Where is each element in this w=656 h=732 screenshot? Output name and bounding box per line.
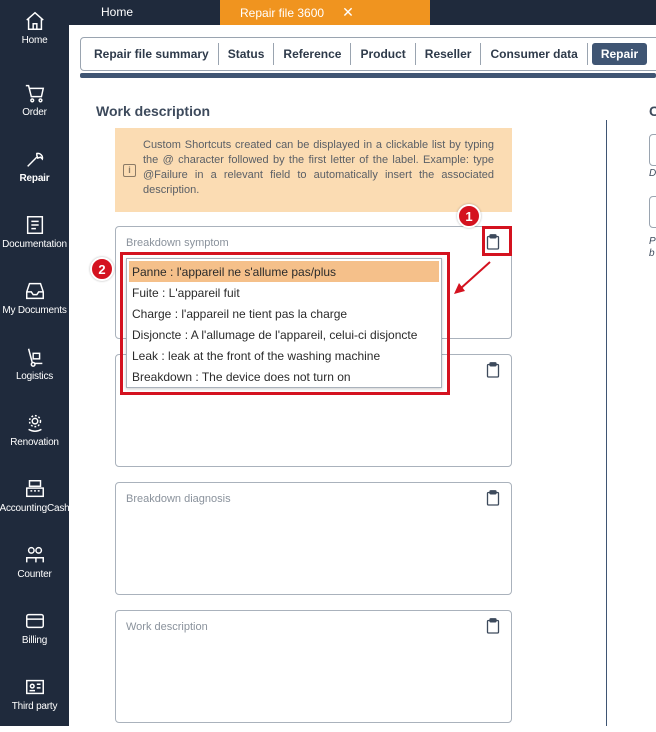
sidebar-label: Third party bbox=[11, 701, 58, 712]
right-field-1-caption: D bbox=[649, 168, 656, 179]
subtab-reseller[interactable]: Reseller bbox=[416, 43, 482, 65]
annotation-box-dropdown bbox=[120, 252, 450, 395]
info-icon: i bbox=[123, 164, 136, 177]
sidebar-label: AccountingCash bbox=[0, 503, 70, 514]
annotation-arrow bbox=[454, 261, 491, 294]
breakdown-diagnosis-field[interactable]: Breakdown diagnosis bbox=[115, 482, 512, 595]
section-title: Work description bbox=[96, 103, 211, 119]
column-divider bbox=[606, 120, 607, 726]
sidebar-item-order[interactable]: Order bbox=[0, 72, 69, 138]
right-field-2-caption: Pb bbox=[649, 236, 656, 259]
sidebar-item-third-party[interactable]: Third party bbox=[0, 666, 69, 732]
subtab-reference[interactable]: Reference bbox=[274, 43, 352, 65]
subtab-repair-file-summary[interactable]: Repair file summary bbox=[85, 43, 219, 65]
info-box: i Custom Shortcuts created can be displa… bbox=[115, 128, 512, 212]
field-label: Breakdown diagnosis bbox=[126, 493, 231, 505]
sidebar-label: Documentation bbox=[2, 239, 67, 250]
annotation-badge-1: 1 bbox=[457, 204, 481, 228]
sidebar-item-accountingcash[interactable]: AccountingCash bbox=[0, 468, 70, 534]
home-icon bbox=[25, 11, 44, 30]
subtab-consumer-data[interactable]: Consumer data bbox=[481, 43, 588, 65]
right-field-1[interactable] bbox=[649, 134, 656, 166]
sidebar-item-counter[interactable]: Counter bbox=[0, 534, 69, 600]
info-text: Custom Shortcuts created can be displaye… bbox=[143, 139, 494, 196]
top-tab-bar: Home Repair file 3600 ✕ bbox=[69, 0, 656, 25]
hand-truck-icon bbox=[27, 348, 42, 367]
tab-repair-file-label: Repair file 3600 bbox=[240, 5, 325, 20]
subtab-product[interactable]: Product bbox=[351, 43, 416, 65]
right-column-title: C bbox=[649, 103, 656, 119]
sidebar-item-documentation[interactable]: Documentation bbox=[0, 204, 69, 270]
sidebar-label: Repair bbox=[19, 173, 50, 184]
field-label: Breakdown symptom bbox=[126, 237, 229, 249]
subtabs: Repair file summary Status Reference Pro… bbox=[80, 37, 656, 71]
tab-home[interactable]: Home bbox=[101, 5, 133, 19]
id-card-icon bbox=[25, 679, 44, 695]
sidebar-label: Home bbox=[21, 35, 48, 46]
annotation-box-clipboard bbox=[482, 226, 512, 256]
cart-icon bbox=[25, 84, 44, 103]
clipboard-icon[interactable] bbox=[486, 618, 500, 634]
subtab-repair[interactable]: Repair bbox=[591, 43, 648, 65]
card-icon bbox=[25, 613, 44, 629]
wrench-icon bbox=[26, 152, 43, 167]
subtab-underline bbox=[80, 73, 656, 78]
sidebar-item-home[interactable]: Home bbox=[0, 0, 69, 66]
right-field-2[interactable] bbox=[649, 196, 656, 228]
sidebar-item-renovation[interactable]: Renovation bbox=[0, 402, 69, 468]
subtab-status[interactable]: Status bbox=[219, 43, 275, 65]
sidebar-label: Billing bbox=[21, 635, 48, 646]
tab-repair-file[interactable]: Repair file 3600 ✕ bbox=[220, 0, 430, 25]
sidebar-item-billing[interactable]: Billing bbox=[0, 600, 69, 666]
clipboard-icon[interactable] bbox=[486, 490, 500, 506]
document-icon bbox=[26, 216, 43, 234]
clipboard-icon[interactable] bbox=[486, 362, 500, 378]
sidebar-item-logistics[interactable]: Logistics bbox=[0, 336, 69, 402]
users-icon bbox=[25, 546, 44, 563]
sidebar-label: Order bbox=[22, 107, 47, 118]
sidebar-label: Renovation bbox=[10, 437, 59, 448]
work-description-field[interactable]: Work description bbox=[115, 610, 512, 723]
sidebar-label: My Documents bbox=[2, 305, 67, 316]
sidebar-item-my-documents[interactable]: My Documents bbox=[0, 270, 69, 336]
annotation-badge-2: 2 bbox=[90, 257, 114, 281]
sidebar-item-repair[interactable]: Repair bbox=[0, 138, 69, 204]
sidebar-label: Counter bbox=[17, 569, 52, 580]
sidebar-label: Logistics bbox=[15, 371, 54, 382]
close-icon[interactable]: ✕ bbox=[342, 4, 354, 21]
inbox-icon bbox=[25, 282, 44, 300]
cash-register-icon bbox=[25, 480, 44, 498]
gear-recycle-icon bbox=[27, 414, 42, 432]
field-label: Work description bbox=[126, 621, 208, 633]
sidebar: Home Order Repair Documentation My Docum… bbox=[0, 0, 70, 726]
